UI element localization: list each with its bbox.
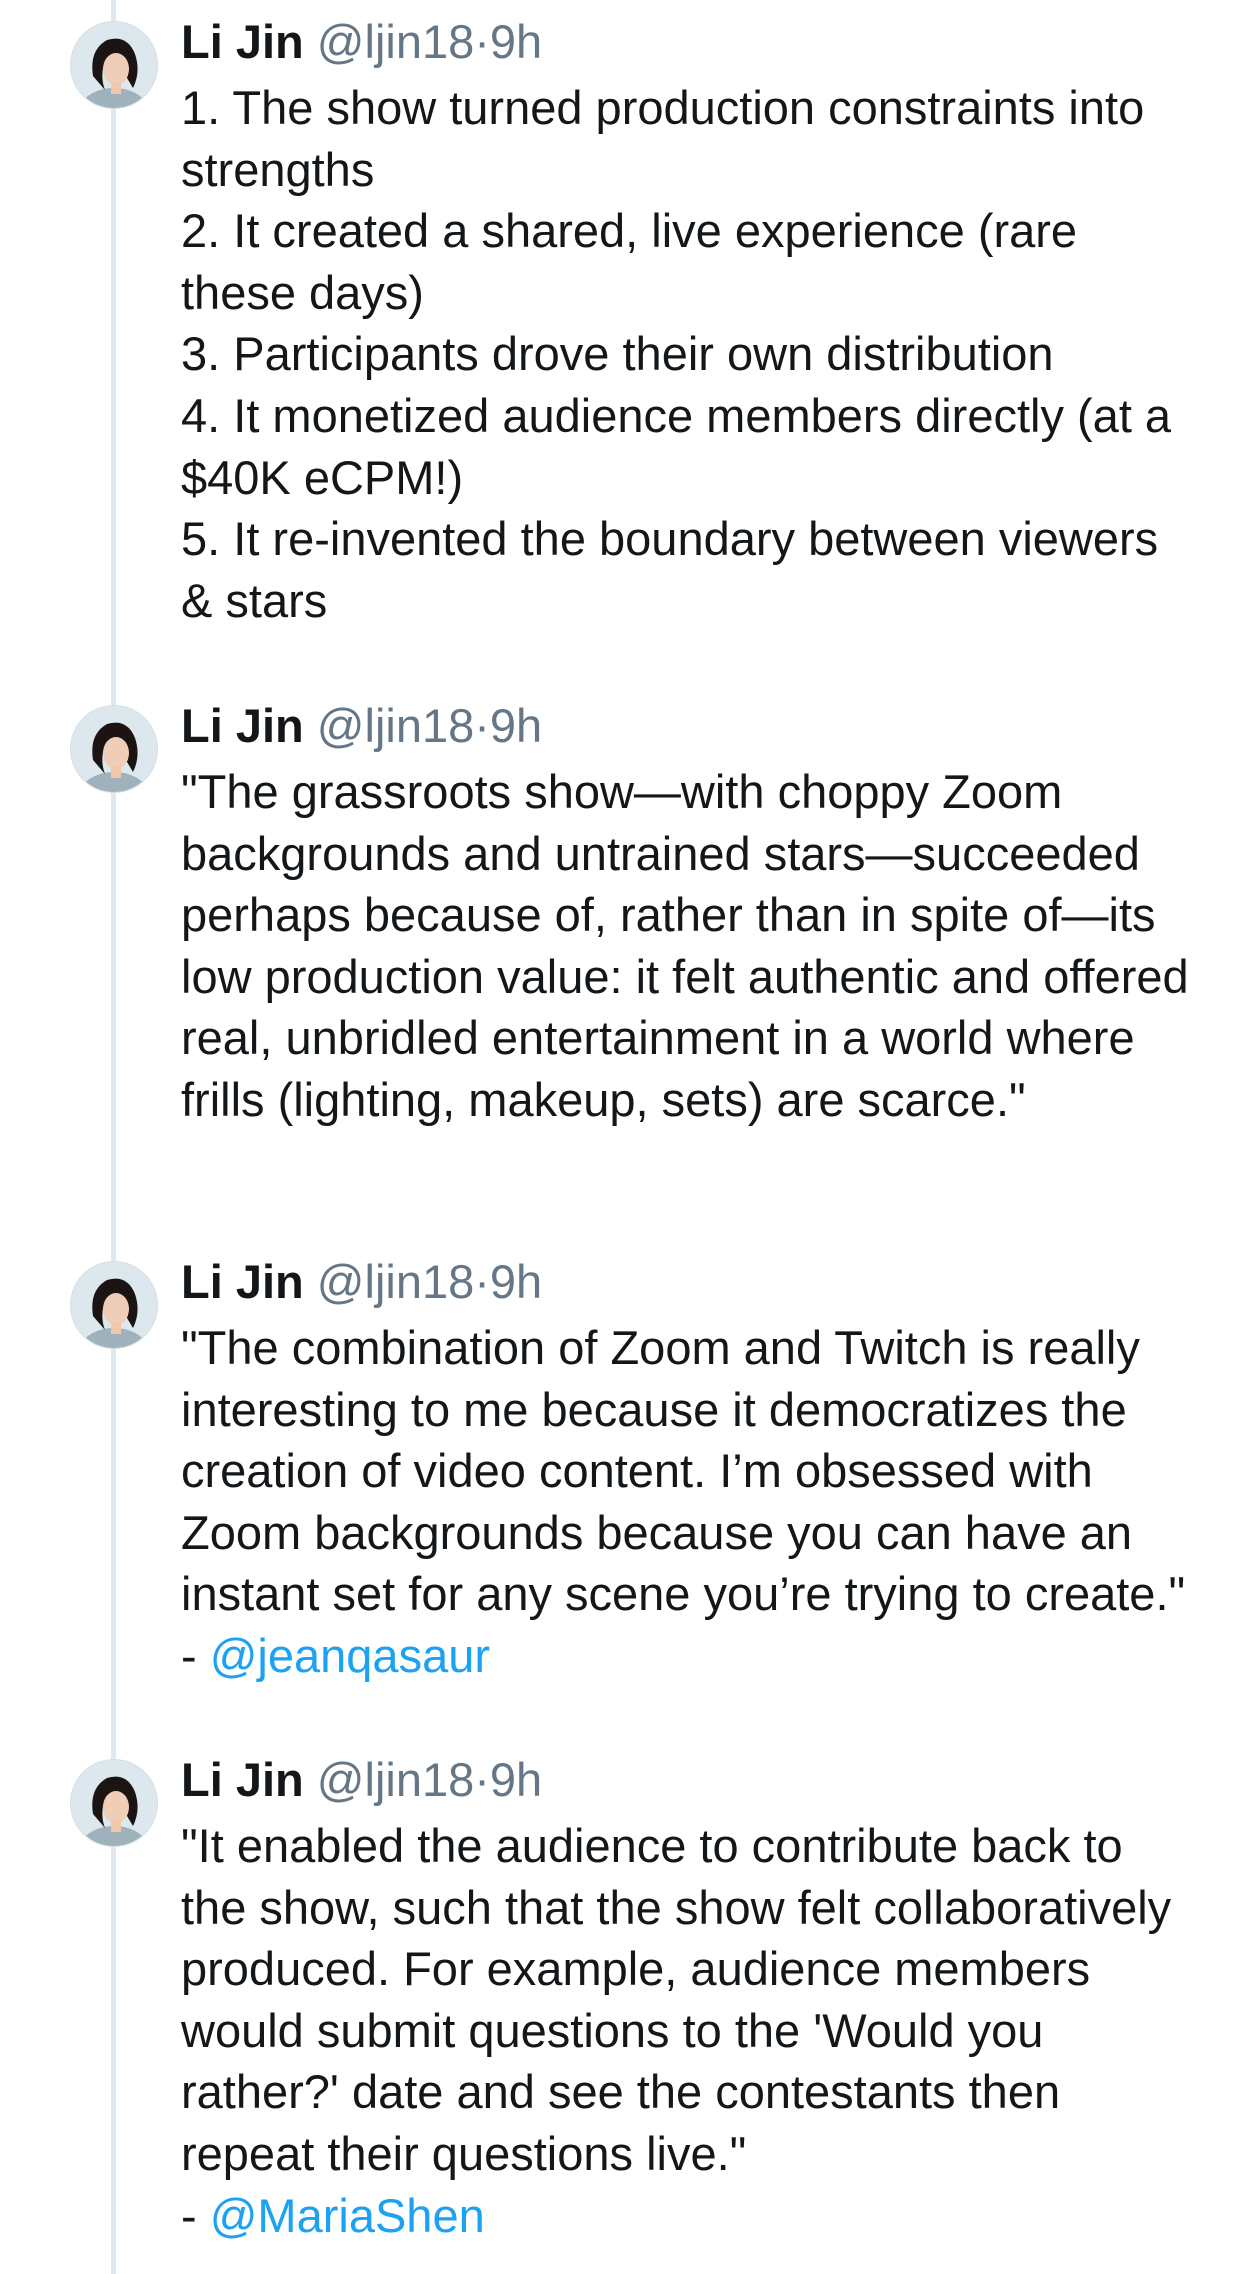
timestamp[interactable]: 9h [490, 1255, 542, 1308]
tweet-header: Li Jin @ljin18·9h [181, 1254, 542, 1310]
timestamp[interactable]: 9h [490, 15, 542, 68]
timestamp[interactable]: 9h [490, 699, 542, 752]
tweet-text: "The grassroots show—with choppy Zoom ba… [181, 761, 1201, 1131]
avatar[interactable] [71, 1262, 157, 1348]
separator-dot: · [474, 15, 490, 68]
author-name[interactable]: Li Jin [181, 1753, 304, 1806]
tweet-text-content: "The combination of Zoom and Twitch is r… [181, 1321, 1186, 1682]
author-handle[interactable]: @ljin18 [317, 699, 474, 752]
author-name[interactable]: Li Jin [181, 1255, 304, 1308]
mention-link[interactable]: @MariaShen [210, 2189, 485, 2242]
tweet-header: Li Jin @ljin18·9h [181, 1752, 542, 1808]
tweet-header: Li Jin @ljin18·9h [181, 698, 542, 754]
tweet-text: "It enabled the audience to contribute b… [181, 1815, 1201, 2246]
author-name[interactable]: Li Jin [181, 699, 304, 752]
author-handle[interactable]: @ljin18 [317, 15, 474, 68]
separator-dot: · [474, 1255, 490, 1308]
avatar[interactable] [71, 706, 157, 792]
tweet-text: "The combination of Zoom and Twitch is r… [181, 1317, 1201, 1687]
thread-connector-line [111, 0, 116, 2274]
author-handle[interactable]: @ljin18 [317, 1255, 474, 1308]
profile-photo-icon [71, 1760, 157, 1846]
separator-dot: · [474, 699, 490, 752]
timestamp[interactable]: 9h [490, 1753, 542, 1806]
avatar[interactable] [71, 22, 157, 108]
profile-photo-icon [71, 22, 157, 108]
tweet-text: 1. The show turned production constraint… [181, 77, 1201, 631]
author-name[interactable]: Li Jin [181, 15, 304, 68]
author-handle[interactable]: @ljin18 [317, 1753, 474, 1806]
tweet-text-content: "It enabled the audience to contribute b… [181, 1819, 1172, 2242]
separator-dot: · [474, 1753, 490, 1806]
profile-photo-icon [71, 706, 157, 792]
tweet-header: Li Jin @ljin18·9h [181, 14, 542, 70]
profile-photo-icon [71, 1262, 157, 1348]
avatar[interactable] [71, 1760, 157, 1846]
mention-link[interactable]: @jeanqasaur [210, 1629, 490, 1682]
tweet-text-content: "The grassroots show—with choppy Zoom ba… [181, 765, 1189, 1126]
tweet-text-content: 1. The show turned production constraint… [181, 81, 1172, 627]
